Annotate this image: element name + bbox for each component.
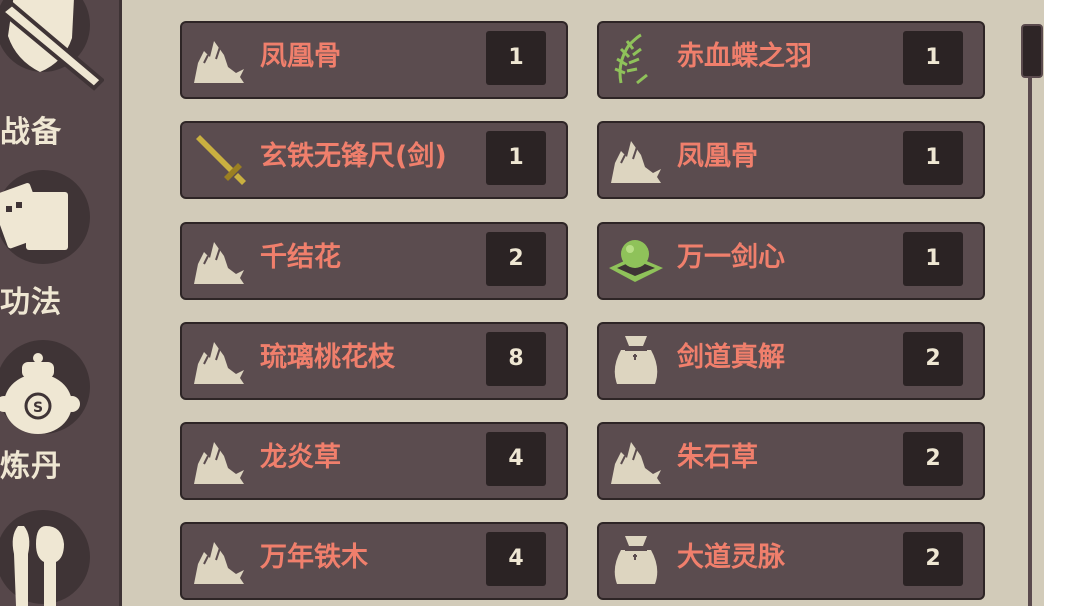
- item-name: 万一剑心: [677, 242, 785, 273]
- item-count-badge: 2: [903, 532, 963, 586]
- rock-material-icon: [193, 541, 245, 585]
- rock-material-icon: [610, 441, 662, 485]
- item-name: 剑道真解: [677, 342, 785, 373]
- sidebar-label: 炼丹: [0, 449, 62, 484]
- inventory-slot[interactable]: 琉璃桃花枝 8: [180, 322, 568, 400]
- sword-icon: [196, 135, 246, 185]
- inventory-slot[interactable]: 朱石草 2: [597, 422, 985, 500]
- sidebar: 战备 功法 S 炼丹: [0, 0, 120, 606]
- item-count-badge: 2: [486, 232, 546, 286]
- item-name: 万年铁木: [260, 542, 368, 573]
- item-count-badge: 1: [903, 31, 963, 85]
- inventory-slot[interactable]: 万年铁木 4: [180, 522, 568, 600]
- item-name: 凤凰骨: [260, 41, 341, 72]
- scroll-books-icon: [0, 183, 68, 250]
- item-count-badge: 4: [486, 432, 546, 486]
- item-count-badge: 8: [486, 332, 546, 386]
- item-count-badge: 2: [903, 432, 963, 486]
- scrollbar-thumb[interactable]: [1021, 24, 1043, 78]
- item-name: 龙炎草: [260, 442, 341, 473]
- sidebar-tab-spoon[interactable]: [0, 500, 120, 606]
- item-name: 琉璃桃花枝: [260, 342, 395, 373]
- inventory-slot[interactable]: 龙炎草 4: [180, 422, 568, 500]
- item-count-badge: 1: [903, 232, 963, 286]
- sidebar-tab-gongfa[interactable]: 功法: [0, 160, 120, 330]
- item-name: 大道灵脉: [677, 542, 785, 573]
- item-name: 朱石草: [677, 442, 758, 473]
- item-count-badge: 1: [486, 31, 546, 85]
- sidebar-tab-zhanbei[interactable]: 战备: [0, 0, 120, 160]
- right-margin: [1044, 0, 1080, 606]
- item-count-badge: 1: [903, 131, 963, 185]
- sidebar-tab-liandan[interactable]: S 炼丹: [0, 330, 120, 500]
- inventory-slot[interactable]: 凤凰骨 1: [597, 121, 985, 199]
- item-count-badge: 2: [903, 332, 963, 386]
- item-name: 千结花: [260, 242, 341, 273]
- item-name: 玄铁无锋尺(剑): [260, 141, 447, 172]
- inventory-slot[interactable]: 万一剑心 1: [597, 222, 985, 300]
- inventory-slot[interactable]: 赤血蝶之羽 1: [597, 21, 985, 99]
- scrollbar-track[interactable]: [1028, 24, 1032, 606]
- pouch-icon: [613, 335, 659, 385]
- sidebar-label: 战备: [0, 115, 62, 150]
- spoon-icon: [12, 526, 64, 606]
- item-name: 凤凰骨: [677, 141, 758, 172]
- inventory-slot[interactable]: 凤凰骨 1: [180, 21, 568, 99]
- feather-icon: [613, 33, 649, 85]
- rock-material-icon: [193, 241, 245, 285]
- svg-text:S: S: [33, 400, 43, 416]
- inventory-slot[interactable]: 千结花 2: [180, 222, 568, 300]
- alchemy-cauldron-icon: S: [0, 353, 80, 434]
- shield-sword-icon: [0, 0, 104, 91]
- sidebar-label: 功法: [0, 285, 62, 320]
- inventory-slot[interactable]: 大道灵脉 2: [597, 522, 985, 600]
- rock-material-icon: [193, 40, 245, 84]
- rock-material-icon: [193, 441, 245, 485]
- green-orb-icon: [609, 240, 663, 282]
- rock-material-icon: [193, 341, 245, 385]
- item-name: 赤血蝶之羽: [677, 41, 812, 72]
- pouch-icon: [613, 535, 659, 585]
- item-count-badge: 1: [486, 131, 546, 185]
- rock-material-icon: [610, 140, 662, 184]
- inventory-slot[interactable]: 玄铁无锋尺(剑) 1: [180, 121, 568, 199]
- item-count-badge: 4: [486, 532, 546, 586]
- inventory-slot[interactable]: 剑道真解 2: [597, 322, 985, 400]
